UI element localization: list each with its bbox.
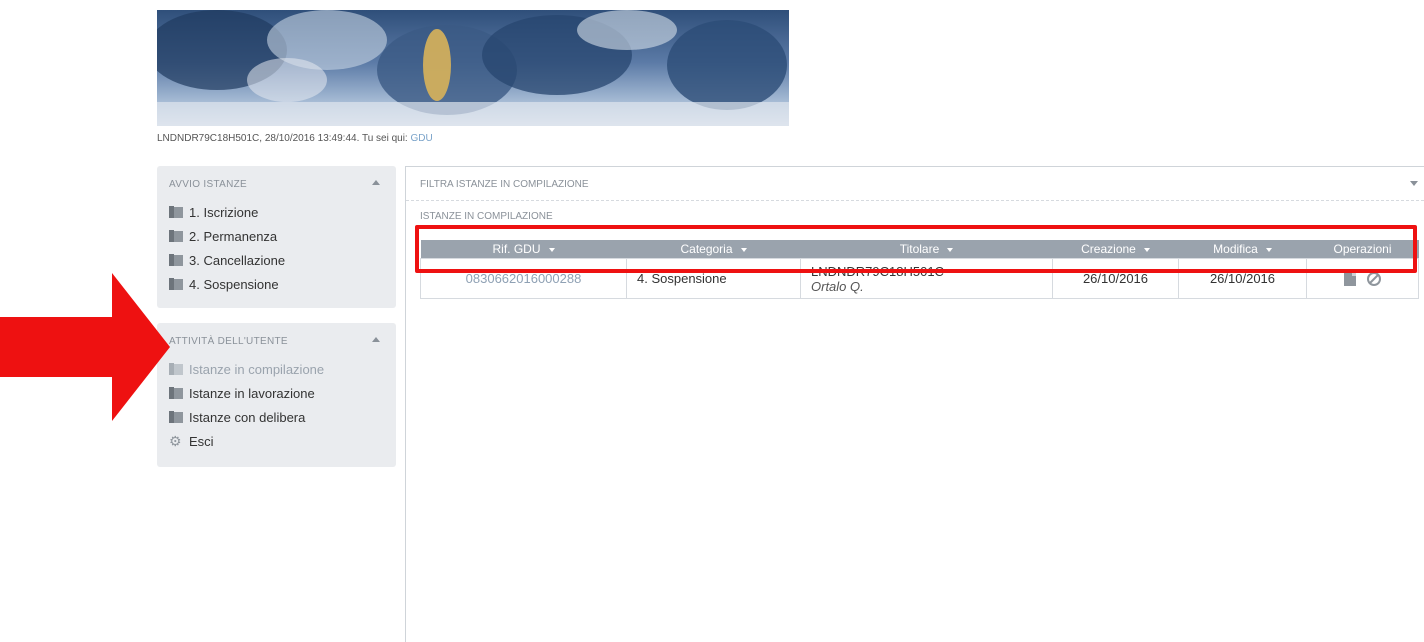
sidebar-item-label: 2. Permanenza <box>189 228 278 244</box>
table-row: 0830662016000288 4. Sospensione LNDNDR79… <box>420 258 1419 299</box>
sort-icon <box>1143 247 1150 252</box>
sidebar-item-esci[interactable]: ⚙ Esci <box>157 429 396 453</box>
titolare-name: Ortalo Q. <box>811 278 864 294</box>
book-icon <box>169 254 183 266</box>
sort-icon <box>947 247 954 252</box>
cell-modifica: 26/10/2016 <box>1178 258 1307 299</box>
cell-rif-gdu-link[interactable]: 0830662016000288 <box>420 258 627 299</box>
column-header-creazione[interactable]: Creazione <box>1052 240 1179 259</box>
column-header-categoria[interactable]: Categoria <box>626 240 801 259</box>
sidebar-item-label: 1. Iscrizione <box>189 204 259 220</box>
book-icon <box>169 206 183 218</box>
panel-title: ATTIVITÀ DELL'UTENTE <box>169 336 288 347</box>
istanze-table: Rif. GDU Categoria Titolare Creazione Mo… <box>420 240 1419 299</box>
cell-categoria: 4. Sospensione <box>626 258 801 299</box>
user-session-line: LNDNDR79C18H501C, 28/10/2016 13:49:44. T… <box>157 133 433 144</box>
cancel-icon[interactable] <box>1367 272 1382 287</box>
header-banner <box>157 10 789 126</box>
breadcrumb-link[interactable]: GDU <box>411 133 433 144</box>
document-icon[interactable] <box>1343 272 1356 287</box>
cell-titolare: LNDNDR79C18H501C Ortalo Q. <box>800 258 1053 299</box>
column-header-rif-gdu[interactable]: Rif. GDU <box>420 240 627 259</box>
sidebar-item-istanze-con-delibera[interactable]: Istanze con delibera <box>157 405 396 429</box>
sidebar-item-permanenza[interactable]: 2. Permanenza <box>157 224 396 248</box>
sidebar-item-sospensione[interactable]: 4. Sospensione <box>157 272 396 296</box>
sidebar-item-label: Istanze con delibera <box>189 409 306 425</box>
banner-artwork <box>157 10 789 126</box>
panel-title: AVVIO ISTANZE <box>169 179 247 190</box>
cell-creazione: 26/10/2016 <box>1052 258 1179 299</box>
user-session-text: LNDNDR79C18H501C, 28/10/2016 13:49:44. T… <box>157 133 408 144</box>
panel-header[interactable]: AVVIO ISTANZE <box>157 166 396 200</box>
book-icon <box>169 278 183 290</box>
main-content: FILTRA ISTANZE IN COMPILAZIONE ISTANZE I… <box>405 166 1424 642</box>
gear-icon: ⚙ <box>169 433 182 449</box>
book-icon <box>169 363 183 375</box>
sidebar-item-label: Esci <box>189 433 214 449</box>
column-header-operazioni: Operazioni <box>1306 240 1419 259</box>
sidebar-item-iscrizione[interactable]: 1. Iscrizione <box>157 200 396 224</box>
sidebar-item-label: 3. Cancellazione <box>189 252 286 268</box>
sort-icon <box>548 247 555 252</box>
sort-icon <box>1265 247 1272 252</box>
table-header-row: Rif. GDU Categoria Titolare Creazione Mo… <box>420 240 1419 259</box>
sidebar-item-label: 4. Sospensione <box>189 276 279 292</box>
titolare-code: LNDNDR79C18H501C <box>811 263 944 279</box>
red-arrow-annotation <box>0 273 170 421</box>
expand-caret-icon[interactable] <box>1410 181 1418 186</box>
sidebar-panel-attivita-utente: ATTIVITÀ DELL'UTENTE Istanze in compilaz… <box>157 323 396 467</box>
sort-icon <box>740 247 747 252</box>
sidebar-item-istanze-in-compilazione[interactable]: Istanze in compilazione <box>157 357 396 381</box>
panel-header[interactable]: ATTIVITÀ DELL'UTENTE <box>157 323 396 357</box>
sidebar-item-cancellazione[interactable]: 3. Cancellazione <box>157 248 396 272</box>
sidebar-item-istanze-in-lavorazione[interactable]: Istanze in lavorazione <box>157 381 396 405</box>
column-header-modifica[interactable]: Modifica <box>1178 240 1307 259</box>
book-icon <box>169 230 183 242</box>
filter-panel-header[interactable]: FILTRA ISTANZE IN COMPILAZIONE <box>406 167 1424 201</box>
column-header-titolare[interactable]: Titolare <box>800 240 1053 259</box>
sidebar-item-label: Istanze in lavorazione <box>189 385 315 401</box>
book-icon <box>169 387 183 399</box>
cell-operazioni <box>1306 258 1419 299</box>
sidebar-item-label: Istanze in compilazione <box>189 361 325 377</box>
collapse-caret-icon[interactable] <box>372 180 380 185</box>
filter-title: FILTRA ISTANZE IN COMPILAZIONE <box>420 179 589 190</box>
book-icon <box>169 411 183 423</box>
sidebar-panel-avvio-istanze: AVVIO ISTANZE 1. Iscrizione 2. Permanenz… <box>157 166 396 308</box>
section-title: ISTANZE IN COMPILAZIONE <box>420 211 553 222</box>
collapse-caret-icon[interactable] <box>372 337 380 342</box>
